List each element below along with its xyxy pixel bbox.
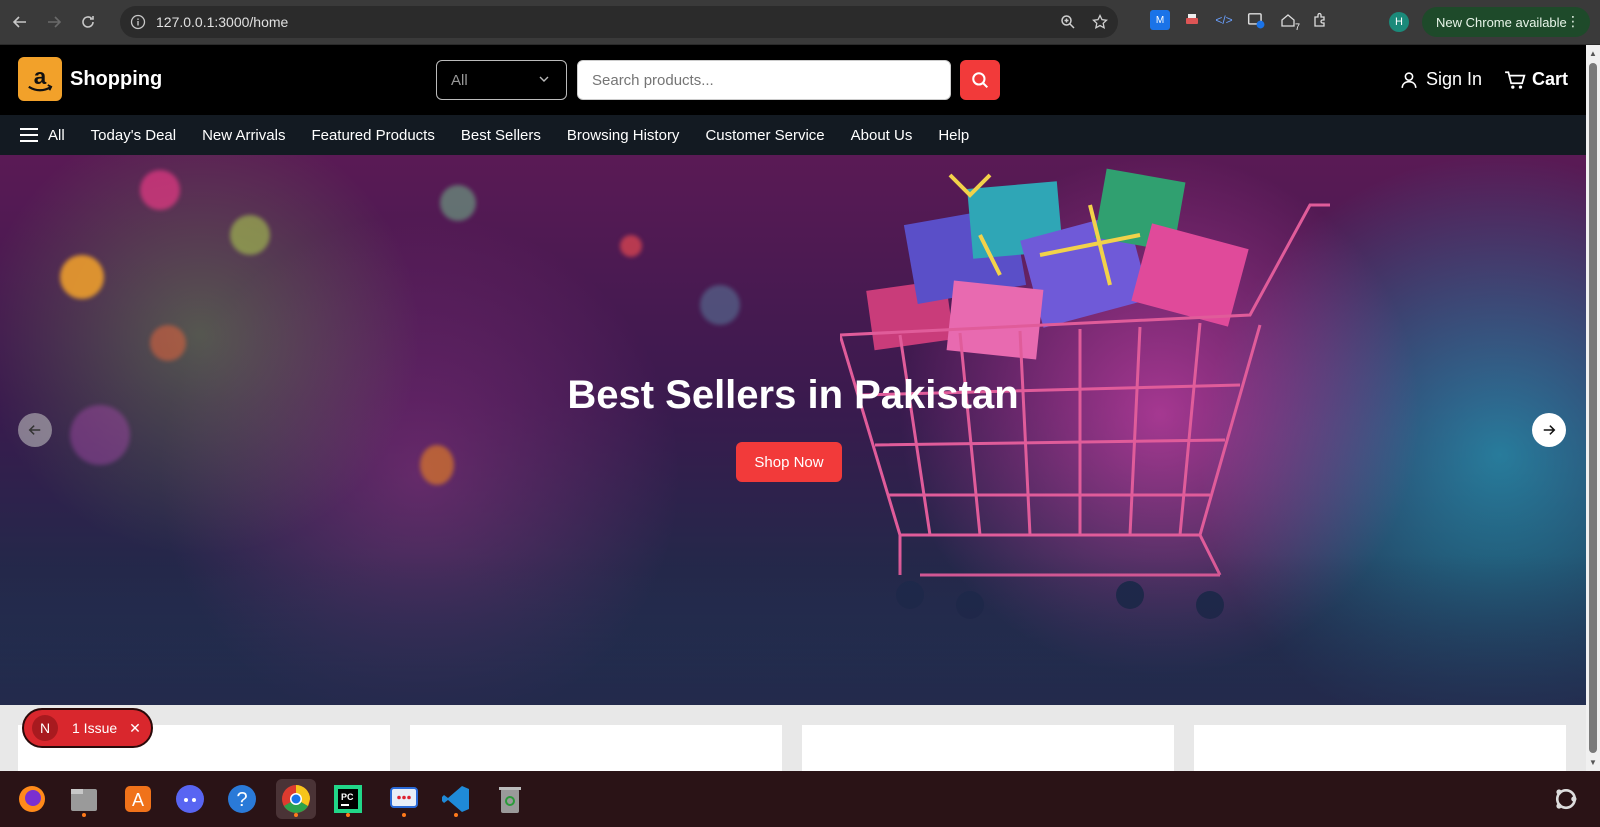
issue-count-label[interactable]: 1 Issue	[72, 720, 117, 736]
brand-name[interactable]: Shopping	[70, 68, 162, 91]
back-icon[interactable]	[6, 8, 34, 36]
os-taskbar: A ? PC	[0, 771, 1600, 827]
carousel-next-button[interactable]	[1532, 413, 1566, 447]
chrome-update-button[interactable]: New Chrome available ⋮	[1422, 7, 1590, 37]
search-input[interactable]	[577, 60, 951, 100]
nav-item-browsing-history[interactable]: Browsing History	[567, 127, 680, 144]
chevron-down-icon	[539, 76, 549, 82]
category-selected-value: All	[451, 71, 468, 89]
category-navbar: All Today's Deal New Arrivals Featured P…	[0, 115, 1586, 155]
bookmark-star-icon[interactable]	[1092, 14, 1108, 30]
bokeh-light	[150, 325, 186, 361]
site-info-icon[interactable]	[130, 14, 146, 30]
running-indicator	[454, 813, 458, 817]
arrow-right-icon	[1543, 425, 1556, 435]
shop-now-button[interactable]: Shop Now	[736, 442, 842, 482]
pycharm-icon[interactable]: PC	[328, 779, 368, 819]
chat-app-icon[interactable]	[384, 779, 424, 819]
nav-all-menu[interactable]: All	[20, 127, 65, 144]
extensions-puzzle-icon[interactable]	[1310, 10, 1330, 30]
extension-m-icon[interactable]: M	[1150, 10, 1170, 30]
page-scrollbar[interactable]: ▲ ▼	[1586, 45, 1600, 771]
search-button[interactable]	[960, 60, 1000, 100]
hero-title: Best Sellers in Pakistan	[567, 373, 1019, 417]
reload-icon[interactable]	[74, 8, 102, 36]
scroll-down-icon[interactable]: ▼	[1589, 758, 1597, 767]
trash-icon[interactable]	[490, 779, 530, 819]
bokeh-light	[620, 235, 642, 257]
files-icon[interactable]	[64, 779, 104, 819]
nav-item-help[interactable]: Help	[938, 127, 969, 144]
nav-all-label: All	[48, 126, 65, 144]
category-select[interactable]: All	[436, 60, 567, 100]
nav-item-featured-products[interactable]: Featured Products	[311, 127, 434, 144]
svg-text:A: A	[132, 790, 144, 810]
site-header: a Shopping All Sign In Cart	[0, 45, 1586, 115]
product-card[interactable]	[1194, 725, 1566, 771]
product-card[interactable]	[802, 725, 1174, 771]
chrome-icon[interactable]	[276, 779, 316, 819]
nav-item-customer-service[interactable]: Customer Service	[705, 127, 824, 144]
url-text[interactable]: 127.0.0.1:3000/home	[156, 14, 288, 30]
bokeh-light	[230, 215, 270, 255]
sign-in-link[interactable]: Sign In	[1400, 69, 1482, 90]
search-icon	[972, 72, 989, 89]
nav-item-about-us[interactable]: About Us	[851, 127, 913, 144]
web-page: a Shopping All Sign In Cart All Today's	[0, 45, 1586, 771]
scrollbar-thumb[interactable]	[1589, 63, 1597, 753]
vscode-icon[interactable]	[436, 779, 476, 819]
nav-item-new-arrivals[interactable]: New Arrivals	[202, 127, 285, 144]
more-menu-icon[interactable]: ⋮	[1566, 13, 1580, 30]
address-bar[interactable]: 127.0.0.1:3000/home	[120, 6, 1118, 38]
arrow-left-icon	[28, 425, 41, 435]
browser-toolbar: 127.0.0.1:3000/home M </> 7 H New Chrome…	[0, 0, 1600, 45]
bokeh-light	[700, 285, 740, 325]
nav-item-best-sellers[interactable]: Best Sellers	[461, 127, 541, 144]
nav-item-todays-deal[interactable]: Today's Deal	[91, 127, 176, 144]
hamburger-menu-icon	[20, 128, 38, 142]
brand-logo-icon[interactable]: a	[18, 57, 62, 101]
help-icon[interactable]: ?	[222, 779, 262, 819]
close-icon[interactable]: ✕	[129, 720, 141, 737]
firefox-icon[interactable]	[12, 779, 52, 819]
running-indicator	[402, 813, 406, 817]
nextjs-issue-toast[interactable]: N 1 Issue ✕	[22, 708, 153, 748]
forward-icon[interactable]	[40, 8, 68, 36]
svg-text:PC: PC	[341, 792, 354, 802]
cart-link[interactable]: Cart	[1504, 69, 1568, 90]
carousel-prev-button[interactable]	[18, 413, 52, 447]
extension-badge: 7	[1294, 22, 1300, 32]
extension-printer-icon[interactable]	[1182, 10, 1202, 30]
app-grid-icon[interactable]	[1546, 779, 1586, 819]
user-icon	[1401, 71, 1417, 88]
cart-label: Cart	[1532, 69, 1569, 89]
app-center-icon[interactable]: A	[118, 779, 158, 819]
nextjs-logo-icon: N	[32, 715, 58, 741]
extension-screenshot-icon[interactable]	[1246, 10, 1266, 30]
svg-text:?: ?	[236, 789, 247, 811]
cart-icon	[1505, 70, 1526, 89]
hero-carousel: Best Sellers in Pakistan Shop Now	[0, 155, 1586, 705]
scroll-up-icon[interactable]: ▲	[1589, 49, 1597, 58]
svg-text:a: a	[34, 64, 47, 89]
bokeh-light	[420, 445, 454, 485]
running-indicator	[346, 813, 350, 817]
running-indicator	[82, 813, 86, 817]
bokeh-light	[140, 170, 180, 210]
product-card[interactable]	[410, 725, 782, 771]
update-label: New Chrome available	[1436, 14, 1567, 30]
bokeh-light	[60, 255, 104, 299]
discord-icon[interactable]	[170, 779, 210, 819]
running-indicator	[294, 813, 298, 817]
extension-code-icon[interactable]: </>	[1214, 10, 1234, 30]
reflective-floor	[0, 555, 1586, 705]
profile-avatar[interactable]: H	[1389, 12, 1409, 32]
bokeh-light	[440, 185, 476, 221]
extension-home-icon[interactable]: 7	[1278, 10, 1300, 32]
sign-in-label: Sign In	[1426, 69, 1483, 89]
zoom-icon[interactable]	[1060, 14, 1076, 30]
